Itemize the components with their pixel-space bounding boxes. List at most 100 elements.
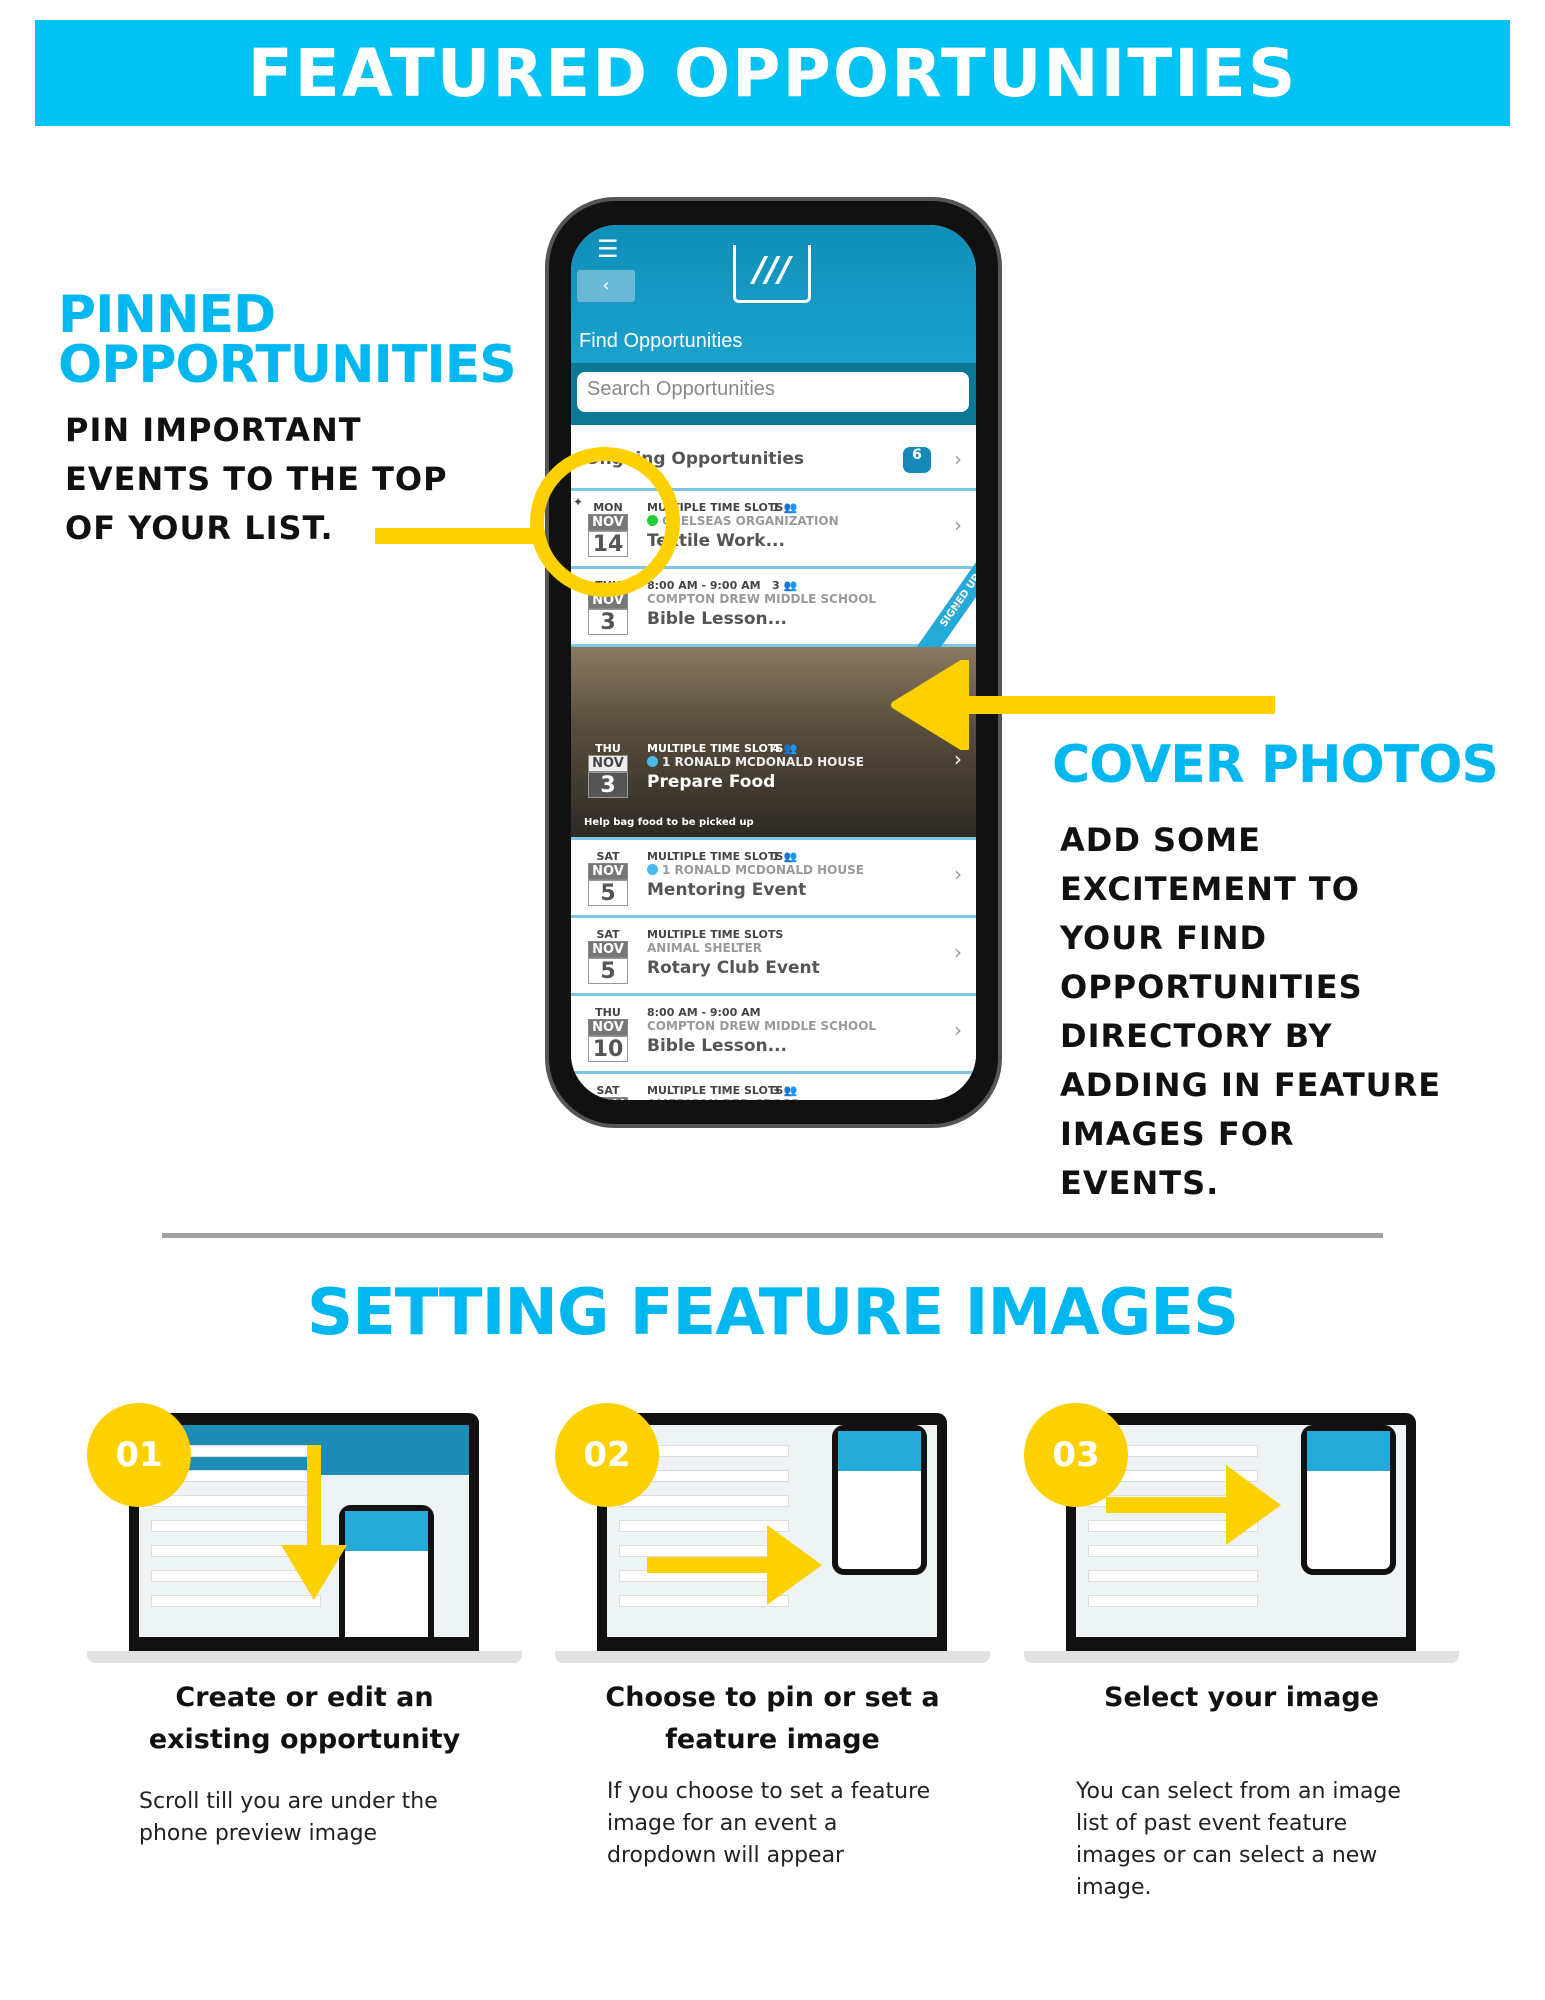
heading-line: feature image [665,1724,880,1755]
step-number: 03 [1024,1403,1128,1507]
divider [162,1233,1383,1238]
chevron-right-icon: › [954,1096,962,1100]
step-body: Scroll till you are under the phone previ… [139,1786,438,1850]
heading-line: existing opportunity [148,1724,461,1755]
event-time: MULTIPLE TIME SLOTS [647,1084,784,1097]
body-line: list of past event feature [1076,1811,1348,1836]
highlight-circle [530,447,680,597]
event-month: NOV [588,941,628,958]
body-line: If you choose to set a feature [607,1779,931,1804]
arrow-right-icon [1106,1465,1281,1545]
heading-line: Create or edit an [175,1682,434,1713]
pinned-heading-line: OPPORTUNITIES [58,335,517,395]
event-info: 8:00 AM - 9:00 AM 3 👥 COMPTON DREW MIDDLE… [647,579,957,629]
cover-heading: COVER PHOTOS [1052,735,1499,795]
count-value: 3 [772,579,780,592]
event-info: MULTIPLE TIME SLOTS 1 👥 CHELSEAS ORGANIZA… [647,501,957,551]
step-body: You can select from an image list of past… [1076,1776,1401,1904]
org-color-dot [647,864,658,875]
people-icon: 👥 [783,742,798,755]
step-body: If you choose to set a feature image for … [607,1776,930,1872]
desc-line: EXCITEMENT TO [1060,870,1360,908]
body-line: Scroll till you are under the [139,1789,438,1814]
setting-heading: SETTING FEATURE IMAGES [306,1276,1239,1350]
desc-line: EVENTS TO THE TOP [65,460,448,498]
count-value: 3 [772,1084,780,1097]
step-number: 02 [555,1403,659,1507]
event-day: 3 [588,772,628,798]
event-day: 10 [588,1036,628,1062]
desc-line: DIRECTORY BY [1060,1017,1333,1055]
body-line: image for an event a [607,1811,838,1836]
app-header: ☰ ‹ /// Find Opportunities Search Opport… [571,225,976,425]
back-button[interactable]: ‹ [577,270,635,302]
event-org: COMPTON DREW MIDDLE SCHOOL [647,592,877,606]
desc-line: PIN IMPORTANT [65,411,362,449]
count-value: 1 [772,501,780,514]
body-line: dropdown will appear [607,1843,845,1868]
search-input[interactable]: Search Opportunities [577,372,969,412]
chevron-right-icon: › [954,591,962,615]
pinned-heading-line: PINNED [58,285,276,345]
arrow-down-icon [281,1445,347,1600]
event-dow: THU [595,1006,621,1019]
event-row[interactable]: THU NOV 10 8:00 AM - 9:00 AM COMPTON DRE… [571,996,976,1074]
count-value: 1 [772,850,780,863]
event-day: 5 [588,958,628,984]
desc-line: IMAGES FOR [1060,1115,1295,1153]
screen-title: Find Opportunities [579,330,743,352]
desc-line: ADD SOME [1060,821,1261,859]
step-heading: Choose to pin or set a feature image [555,1677,990,1761]
event-title: Textile Work... [647,531,785,551]
event-dow: THU [595,742,621,755]
event-time: MULTIPLE TIME SLOTS [647,850,784,863]
attendee-count: 4 👥 [772,742,797,755]
people-icon: 👥 [783,1084,798,1097]
event-org: 1 RONALD MCDONALD HOUSE [662,755,864,769]
desc-line: EVENTS. [1060,1164,1220,1202]
pinned-heading: PINNED OPPORTUNITIES [58,285,517,395]
event-title: Rotary Club Event [647,958,820,978]
desc-line: OPPORTUNITIES [1060,968,1363,1006]
event-day: 5 [588,880,628,906]
event-row[interactable]: SAT NOV 5 MULTIPLE TIME SLOTS 1 👥 1 RONAL… [571,840,976,918]
heading-line: Select your image [1104,1682,1379,1713]
event-date: SAT NOV 5 [588,850,628,906]
attendee-count: 1 👥 [772,850,797,863]
event-org: COMPTON DREW MIDDLE SCHOOL [647,1019,877,1033]
event-title: Bible Lesson... [647,609,787,629]
event-info: MULTIPLE TIME SLOTS3 👥 AMERICAN RED CROS… [647,1084,957,1100]
step-number: 01 [87,1403,191,1507]
chevron-right-icon: › [954,940,962,964]
event-org: ANIMAL SHELTER [647,941,763,955]
body-line: phone preview image [139,1821,378,1846]
event-day: 3 [588,609,628,635]
event-time: MULTIPLE TIME SLOTS [647,742,784,755]
desc-line: YOUR FIND [1060,919,1268,957]
chevron-right-icon: › [954,513,962,537]
menu-icon[interactable]: ☰ [597,235,619,263]
event-org: AMERICAN RED CROSS [647,1097,799,1100]
event-org: 1 RONALD MCDONALD HOUSE [662,863,864,877]
people-icon: 👥 [783,579,798,592]
chevron-right-icon: › [954,747,962,771]
event-month: NOV [588,755,628,772]
event-dow: SAT [596,1084,620,1097]
attendee-count: 3 👥 [772,579,797,592]
event-row[interactable]: SAT NOV 5 MULTIPLE TIME SLOTS ANIMAL SHE… [571,918,976,996]
event-date: THU NOV 10 [588,1006,628,1062]
step-heading: Select your image [1024,1677,1459,1719]
event-time: MULTIPLE TIME SLOTS [647,928,784,941]
event-dow: SAT [596,850,620,863]
event-info: 8:00 AM - 9:00 AM COMPTON DREW MIDDLE SC… [647,1006,957,1056]
people-icon: 👥 [783,850,798,863]
event-org: CHELSEAS ORGANIZATION [662,514,839,528]
people-icon: 👥 [783,501,798,514]
title-banner: FEATURED OPPORTUNITIES [35,20,1510,126]
event-title: Bible Lesson... [647,1036,787,1056]
event-row[interactable]: SAT NOV MULTIPLE TIME SLOTS3 👥 AMERICAN … [571,1074,976,1100]
event-time: 8:00 AM - 9:00 AM [647,1006,761,1019]
step-heading: Create or edit an existing opportunity [87,1677,522,1761]
event-dow: SAT [596,928,620,941]
event-subtitle: Help bag food to be picked up [584,817,754,828]
